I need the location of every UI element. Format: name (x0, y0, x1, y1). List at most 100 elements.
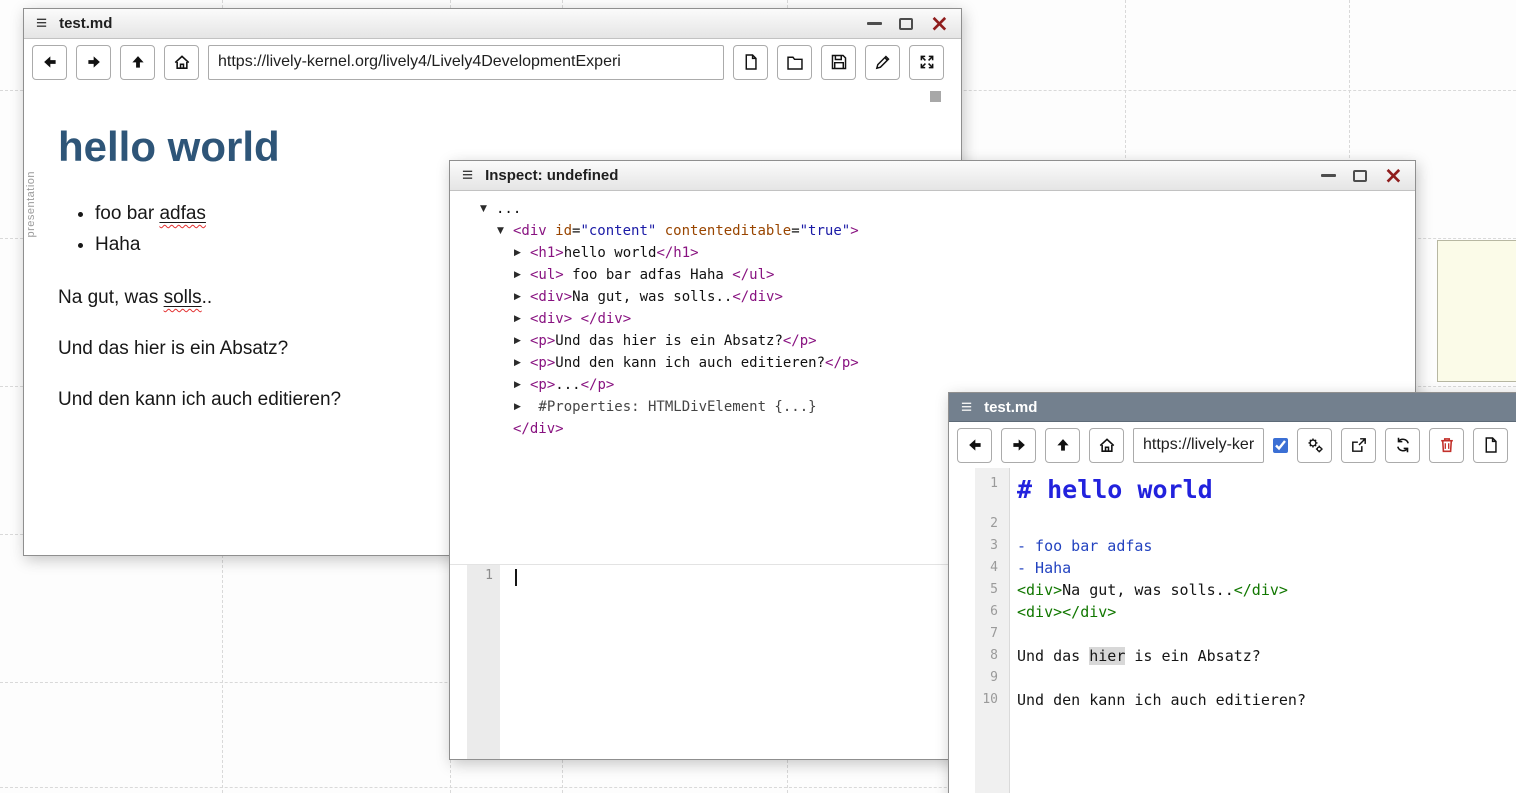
browse-folder-button[interactable] (777, 45, 812, 80)
tree-node[interactable]: ▼... (480, 198, 1405, 220)
delete-button[interactable] (1429, 428, 1464, 463)
tree-node[interactable]: ▼<div id="content" contenteditable="true… (480, 220, 1405, 242)
editor-line[interactable]: 6<div></div> (949, 601, 1516, 623)
token-tag: <div> (1017, 581, 1062, 599)
token-tag: <div (513, 223, 547, 239)
markdown-source-editor[interactable]: 1# hello world23- foo bar adfas4- Haha5<… (949, 468, 1516, 793)
token-plain: is ein Absatz? (1125, 647, 1260, 665)
line-content[interactable]: <div>Na gut, was solls..</div> (1010, 579, 1288, 601)
minimize-button[interactable] (1321, 174, 1336, 177)
token-tag: </p> (783, 333, 817, 349)
disclosure-triangle-icon[interactable]: ▶ (514, 330, 530, 352)
token-meta: #Properties: HTMLDivElement {...} (530, 399, 817, 415)
forward-button[interactable] (76, 45, 111, 80)
disclosure-triangle-icon[interactable]: ▶ (514, 308, 530, 330)
token-tag: > (850, 223, 858, 239)
token-tag: </p> (581, 377, 615, 393)
window-title: Inspect: undefined (485, 167, 618, 184)
editor-line[interactable]: 5<div>Na gut, was solls..</div> (949, 579, 1516, 601)
editor-line[interactable]: 7 (949, 623, 1516, 645)
back-button[interactable] (957, 428, 992, 463)
settings-button[interactable] (1297, 428, 1332, 463)
token-tag: <p> (530, 333, 555, 349)
titlebar[interactable]: ≡ test.md (949, 393, 1516, 422)
menu-icon[interactable]: ≡ (36, 14, 47, 33)
tree-node[interactable]: ▶<div> </div> (480, 308, 1405, 330)
token-plain: ... (555, 377, 580, 393)
token-plain: = (791, 223, 799, 239)
editor-line[interactable]: 10Und den kann ich auch editieren? (949, 689, 1516, 711)
disclosure-triangle-icon[interactable]: ▶ (514, 264, 530, 286)
disclosure-triangle-icon[interactable]: ▶ (514, 242, 530, 264)
line-content[interactable]: <div></div> (1010, 601, 1116, 623)
minimize-button[interactable] (867, 22, 882, 25)
save-button[interactable] (821, 45, 856, 80)
line-content[interactable]: - Haha (1010, 557, 1071, 579)
misspelled-word-text: adfas (159, 203, 205, 224)
tree-node[interactable]: ▶<ul> foo bar adfas Haha </ul> (480, 264, 1405, 286)
line-number: 10 (949, 689, 1010, 711)
open-external-button[interactable] (1341, 428, 1376, 463)
token-plain (572, 311, 580, 327)
maximize-button[interactable] (1353, 170, 1367, 182)
token-plain: ... (496, 201, 521, 217)
window-title: test.md (984, 399, 1037, 416)
home-button[interactable] (164, 45, 199, 80)
menu-icon[interactable]: ≡ (961, 398, 972, 417)
line-content[interactable]: # hello world (1010, 473, 1213, 510)
home-button[interactable] (1089, 428, 1124, 463)
editor-line[interactable]: 8Und das hier is ein Absatz? (949, 645, 1516, 667)
external-link-icon (1350, 436, 1368, 454)
refresh-button[interactable] (1385, 428, 1420, 463)
text-cursor (515, 569, 517, 586)
url-input[interactable] (1133, 428, 1264, 463)
up-button[interactable] (120, 45, 155, 80)
menu-icon[interactable]: ≡ (462, 166, 473, 185)
presentation-label: presentation (25, 171, 37, 238)
misspelled-word: solls (164, 287, 202, 308)
disclosure-triangle-icon[interactable]: ▼ (497, 220, 513, 242)
tree-node[interactable]: ▶<h1>hello world</h1> (480, 242, 1405, 264)
editor-line[interactable]: 3- foo bar adfas (949, 535, 1516, 557)
line-content[interactable]: Und den kann ich auch editieren? (1010, 689, 1306, 711)
disclosure-triangle-icon[interactable]: ▶ (514, 374, 530, 396)
disclosure-triangle-icon[interactable]: ▼ (480, 198, 496, 220)
line-content[interactable]: Und das hier is ein Absatz? (1010, 645, 1261, 667)
back-button[interactable] (32, 45, 67, 80)
folder-icon (786, 53, 804, 71)
token-tag: </ul> (732, 267, 774, 283)
window-buttons: × (1321, 168, 1403, 184)
disclosure-triangle-icon[interactable]: ▶ (514, 286, 530, 308)
close-button[interactable]: × (1384, 168, 1403, 184)
line-content[interactable]: - foo bar adfas (1010, 535, 1152, 557)
tree-node[interactable]: ▶<div>Na gut, was solls..</div> (480, 286, 1405, 308)
token-attr: contenteditable (665, 223, 791, 239)
new-file-button[interactable] (1473, 428, 1508, 463)
token-plain: hello world (564, 245, 657, 261)
disclosure-triangle-icon[interactable]: ▶ (514, 396, 530, 418)
editor-line[interactable]: 2 (949, 513, 1516, 535)
new-file-button[interactable] (733, 45, 768, 80)
disclosure-triangle-icon[interactable]: ▶ (514, 352, 530, 374)
titlebar[interactable]: ≡ test.md × (24, 9, 961, 39)
page-icon (742, 53, 760, 71)
tree-node[interactable]: ▶<p>Und den kann ich auch editieren?</p> (480, 352, 1405, 374)
edit-button[interactable] (865, 45, 900, 80)
editor-line[interactable]: 4- Haha (949, 557, 1516, 579)
back-arrow-icon (41, 53, 59, 71)
up-button[interactable] (1045, 428, 1080, 463)
token-tag: </div> (1234, 581, 1288, 599)
editor-line[interactable]: 1# hello world (949, 473, 1516, 513)
desktop: ≡ test.md × presentation hello world fo (0, 0, 1516, 793)
token-val: "content" (580, 223, 656, 239)
close-button[interactable]: × (930, 16, 949, 32)
maximize-button[interactable] (899, 18, 913, 30)
url-input[interactable] (208, 45, 724, 80)
scroll-handle[interactable] (930, 91, 941, 102)
forward-button[interactable] (1001, 428, 1036, 463)
expand-button[interactable] (909, 45, 944, 80)
editor-line[interactable]: 9 (949, 667, 1516, 689)
tree-node[interactable]: ▶<p>Und das hier is ein Absatz?</p> (480, 330, 1405, 352)
titlebar[interactable]: ≡ Inspect: undefined × (450, 161, 1415, 191)
url-checkbox[interactable] (1273, 438, 1288, 453)
